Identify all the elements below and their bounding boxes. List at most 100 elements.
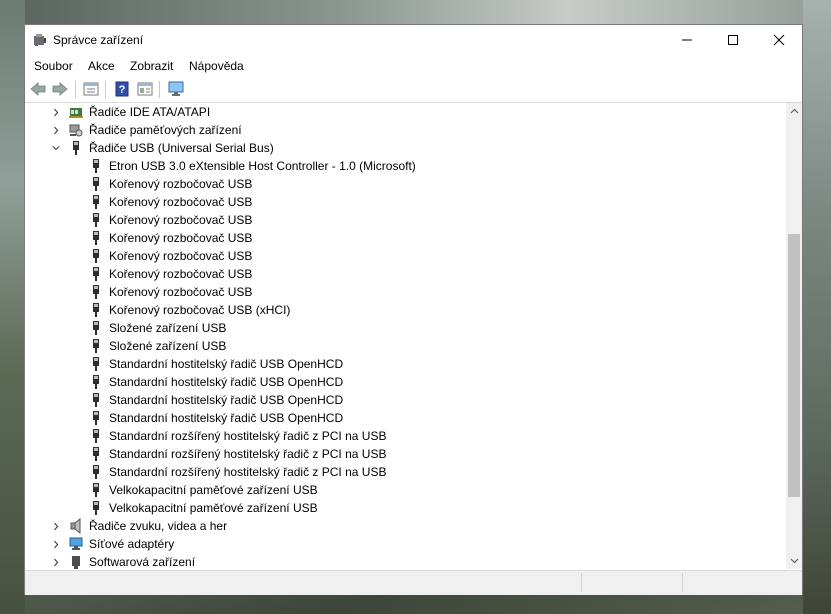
expand-toggle[interactable] [51, 121, 61, 139]
usb-icon [89, 374, 103, 390]
tree-device-item[interactable]: Kořenový rozbočovač USB [89, 211, 252, 229]
expand-toggle[interactable] [51, 103, 61, 121]
device-label: Kořenový rozbočovač USB [109, 285, 253, 299]
menu-zobrazit[interactable]: Zobrazit [130, 59, 173, 73]
tree-device-item[interactable]: Kořenový rozbočovač USB [89, 283, 252, 301]
back-button[interactable] [29, 80, 47, 98]
menu-bar: Soubor Akce Zobrazit Nápověda [25, 55, 802, 77]
usb-icon [89, 248, 103, 264]
tree-device-item[interactable]: Velkokapacitní paměťové zařízení USB [89, 481, 318, 499]
tree-category[interactable]: Řadiče IDE ATA/ATAPI [51, 103, 210, 121]
svg-text:?: ? [119, 84, 126, 96]
software-device-icon [69, 554, 83, 569]
properties-button[interactable] [82, 80, 100, 98]
tree-device-item[interactable]: Kořenový rozbočovač USB (xHCI) [89, 301, 290, 319]
chevron-down-icon [790, 558, 798, 564]
chevron-right-icon[interactable] [52, 558, 60, 567]
usb-icon [89, 194, 103, 210]
chevron-down-icon[interactable] [52, 144, 60, 153]
maximize-button[interactable] [710, 25, 756, 55]
tree-device-item[interactable]: Etron USB 3.0 eXtensible Host Controller… [89, 157, 416, 175]
maximize-icon [728, 35, 738, 45]
tree-device-item[interactable]: Standardní hostitelský řadič USB OpenHCD [89, 391, 343, 409]
device-label: Kořenový rozbočovač USB [109, 177, 253, 191]
view-button[interactable] [136, 80, 154, 98]
device-label: Kořenový rozbočovač USB [109, 195, 253, 209]
status-panel [581, 573, 682, 592]
ide-controller-icon [69, 104, 83, 120]
tree-device-item[interactable]: Standardní rozšířený hostitelský řadič z… [89, 463, 386, 481]
vertical-scrollbar[interactable] [786, 103, 802, 569]
title-bar[interactable]: Správce zařízení [25, 25, 802, 55]
tree-category[interactable]: Softwarová zařízení [51, 553, 195, 569]
category-label: Řadiče zvuku, videa a her [89, 519, 228, 533]
tree-device-item[interactable]: Kořenový rozbočovač USB [89, 229, 252, 247]
device-label: Kořenový rozbočovač USB [109, 249, 253, 263]
minimize-button[interactable] [664, 25, 710, 55]
menu-soubor[interactable]: Soubor [34, 59, 73, 73]
device-label: Kořenový rozbočovač USB (xHCI) [109, 303, 291, 317]
category-label: Softwarová zařízení [89, 555, 196, 569]
expand-toggle[interactable] [51, 139, 61, 157]
tree-category[interactable]: Řadiče zvuku, videa a her [51, 517, 227, 535]
storage-controller-icon [69, 122, 83, 138]
usb-icon [89, 356, 103, 372]
expand-toggle[interactable] [51, 517, 61, 535]
tree-device-item[interactable]: Standardní rozšířený hostitelský řadič z… [89, 427, 386, 445]
tree-category[interactable]: Síťové adaptéry [51, 535, 174, 553]
chevron-right-icon[interactable] [52, 108, 60, 117]
chevron-right-icon[interactable] [52, 540, 60, 549]
device-label: Velkokapacitní paměťové zařízení USB [109, 483, 318, 497]
usb-icon [89, 500, 103, 516]
network-adapter-icon [69, 536, 83, 552]
scan-hardware-button[interactable] [167, 80, 185, 98]
tree-device-item[interactable]: Standardní rozšířený hostitelský řadič z… [89, 445, 386, 463]
usb-icon [89, 464, 103, 480]
usb-icon [89, 266, 103, 282]
category-label: Řadiče IDE ATA/ATAPI [89, 105, 211, 119]
chevron-right-icon[interactable] [52, 126, 60, 135]
scroll-thumb[interactable] [788, 234, 800, 497]
desktop-background-left [0, 0, 25, 614]
chevron-right-icon[interactable] [52, 522, 60, 531]
device-label: Složené zařízení USB [109, 321, 227, 335]
usb-icon [89, 302, 103, 318]
status-bar [25, 570, 802, 595]
usb-icon [69, 140, 83, 156]
tree-category[interactable]: Řadiče paměťových zařízení [51, 121, 242, 139]
device-label: Složené zařízení USB [109, 339, 227, 353]
tree-device-item[interactable]: Standardní hostitelský řadič USB OpenHCD [89, 373, 343, 391]
tree-device-item[interactable]: Standardní hostitelský řadič USB OpenHCD [89, 409, 343, 427]
usb-icon [89, 446, 103, 462]
expand-toggle[interactable] [51, 535, 61, 553]
forward-button[interactable] [51, 80, 69, 98]
status-panel [682, 573, 801, 592]
expand-toggle[interactable] [51, 553, 61, 569]
menu-akce[interactable]: Akce [88, 59, 115, 73]
forward-icon [52, 82, 68, 96]
view-icon [137, 82, 153, 96]
help-button[interactable]: ? [113, 80, 131, 98]
tree-device-item[interactable]: Složené zařízení USB [89, 337, 226, 355]
tree-device-item[interactable]: Složené zařízení USB [89, 319, 226, 337]
monitor-icon [168, 81, 184, 96]
category-label: Síťové adaptéry [89, 537, 175, 551]
scroll-down-button[interactable] [786, 553, 802, 569]
tree-device-item[interactable]: Kořenový rozbočovač USB [89, 175, 252, 193]
toolbar-separator [75, 81, 76, 98]
tree-device-item[interactable]: Kořenový rozbočovač USB [89, 247, 252, 265]
close-button[interactable] [756, 25, 802, 55]
usb-icon [89, 482, 103, 498]
device-manager-window: Správce zařízení Soubor Akce Zobrazit Ná… [24, 24, 803, 595]
tree-category[interactable]: Řadiče USB (Universal Serial Bus) [51, 139, 274, 157]
tree-device-item[interactable]: Velkokapacitní paměťové zařízení USB [89, 499, 318, 517]
device-tree[interactable]: Řadiče IDE ATA/ATAPI Řadiče paměťových za… [25, 103, 786, 569]
close-icon [773, 34, 785, 46]
tree-device-item[interactable]: Kořenový rozbočovač USB [89, 193, 252, 211]
tree-device-item[interactable]: Standardní hostitelský řadič USB OpenHCD [89, 355, 343, 373]
scroll-up-button[interactable] [786, 103, 802, 119]
minimize-icon [682, 39, 692, 41]
menu-napoveda[interactable]: Nápověda [189, 59, 244, 73]
device-manager-icon [33, 33, 47, 47]
tree-device-item[interactable]: Kořenový rozbočovač USB [89, 265, 252, 283]
